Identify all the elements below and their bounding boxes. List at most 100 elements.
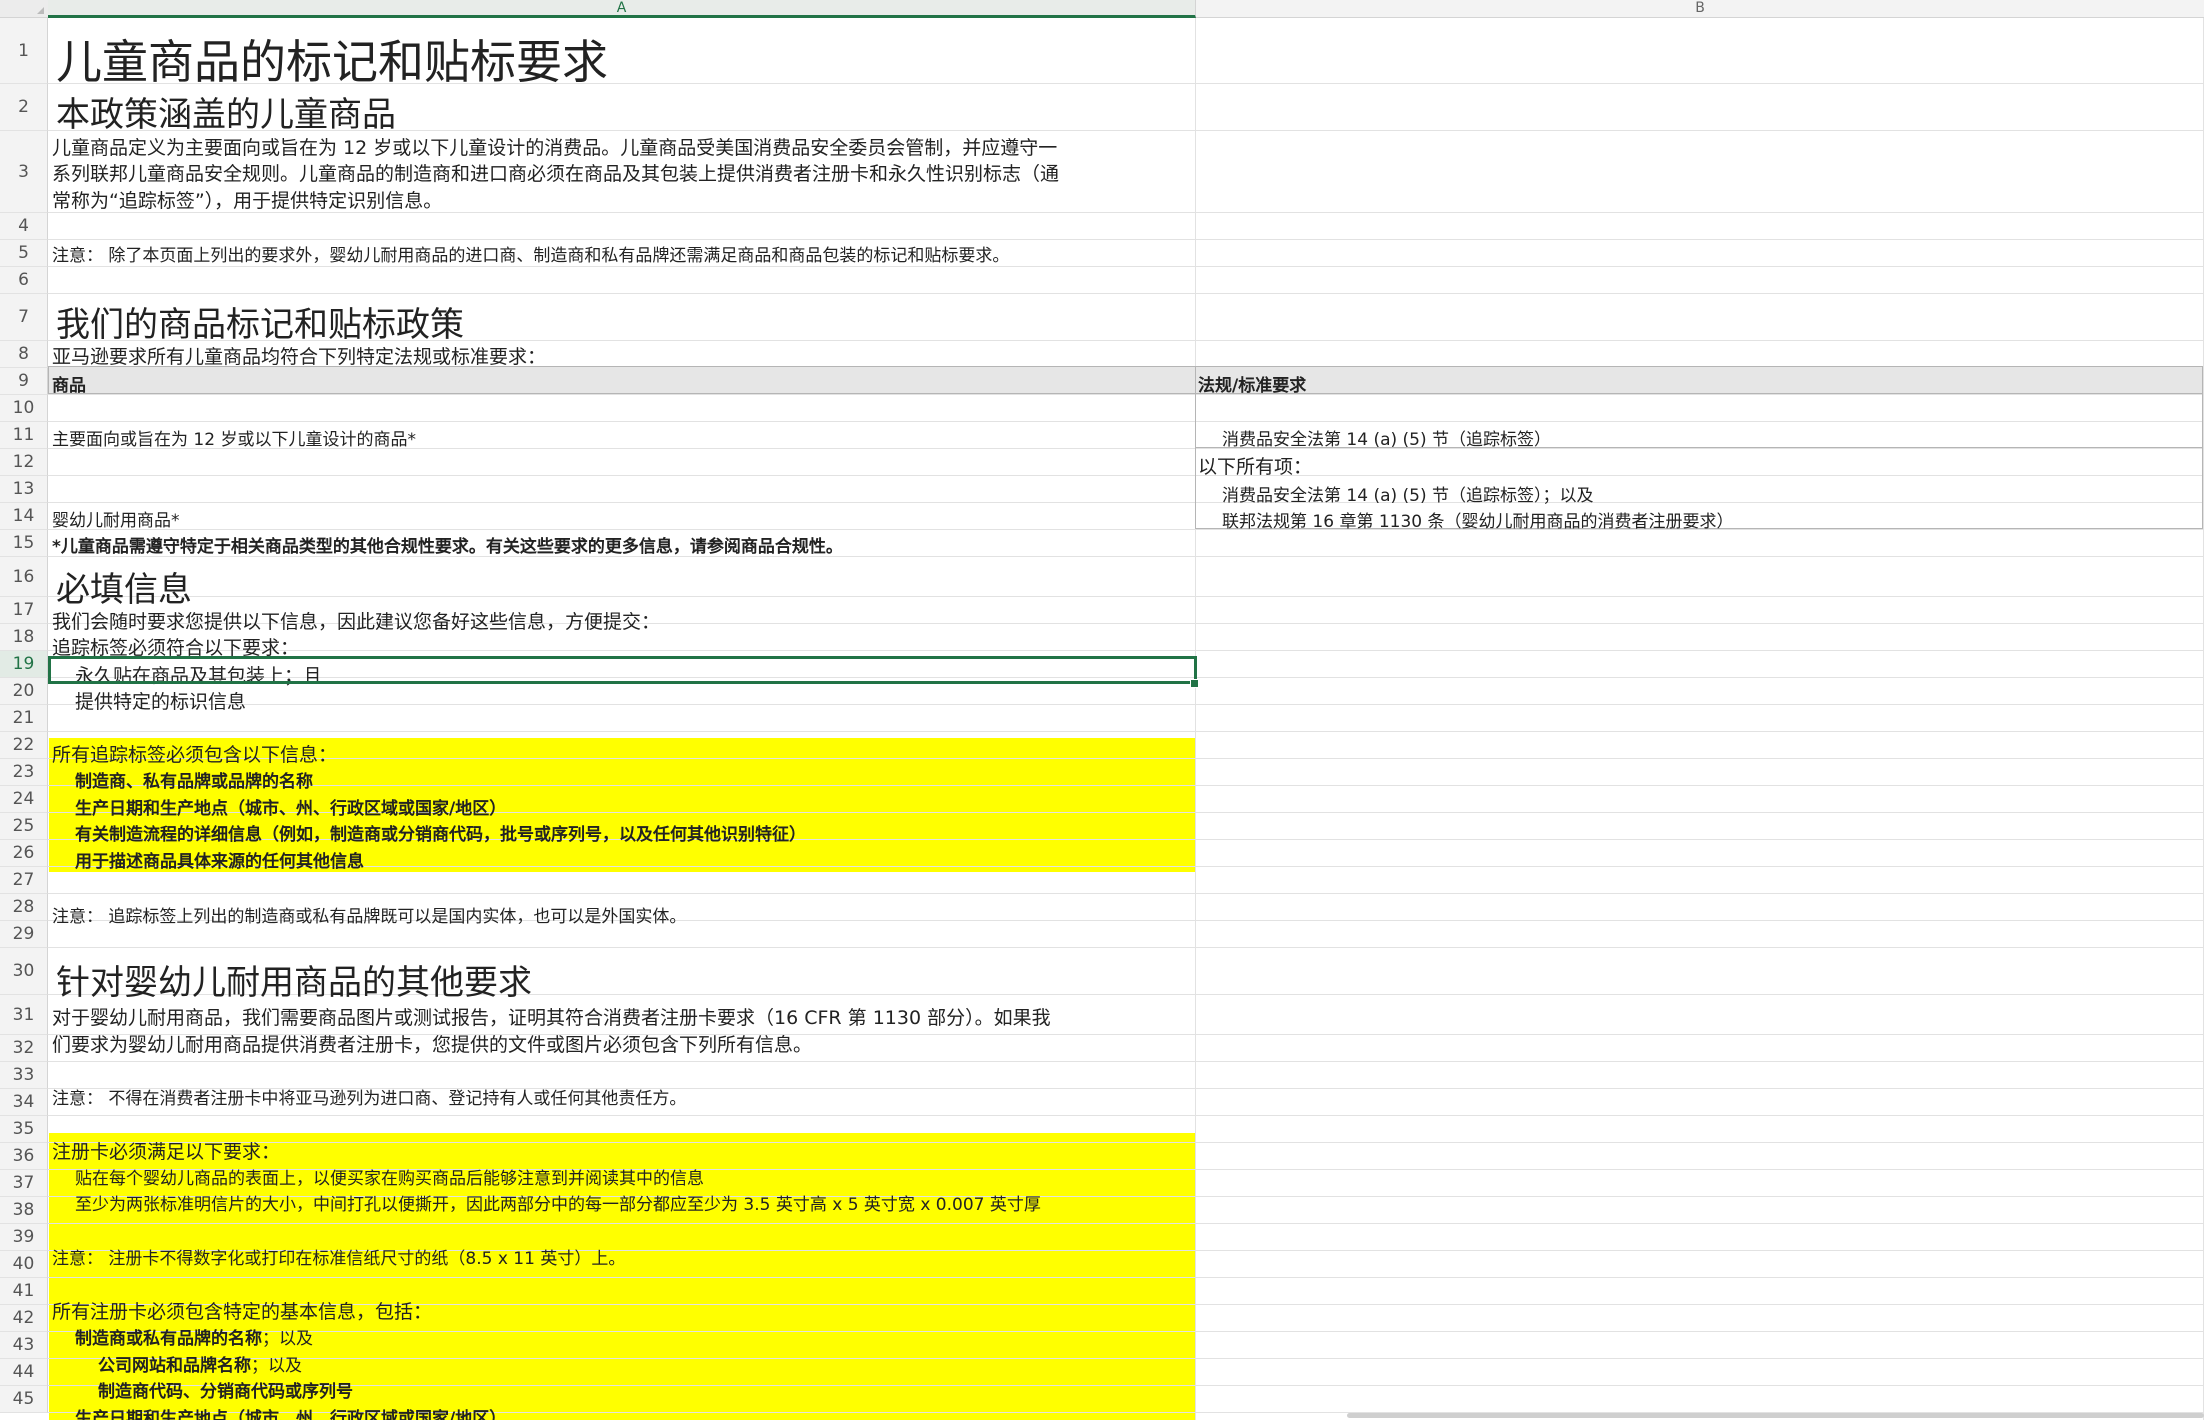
section-heading: 本政策涵盖的儿童商品 <box>56 95 396 135</box>
row-header-31[interactable]: 31 <box>0 995 48 1035</box>
row-header-24[interactable]: 24 <box>0 786 48 813</box>
column-divider <box>1195 18 1196 1420</box>
paragraph-line: 对于婴幼儿耐用商品，我们需要商品图片或测试报告，证明其符合消费者注册卡要求（16… <box>52 1007 1051 1029</box>
row-gridline <box>48 596 2204 597</box>
list-item: 制造商代码、分销商代码或序列号 <box>98 1382 353 1402</box>
intro-text: 亚马逊要求所有儿童商品均符合下列特定法规或标准要求： <box>52 346 547 368</box>
row-header-12[interactable]: 12 <box>0 449 48 476</box>
list-item: 制造商或私有品牌的名称；以及 <box>75 1324 313 1349</box>
row-header-43[interactable]: 43 <box>0 1332 48 1359</box>
row-header-34[interactable]: 34 <box>0 1089 48 1116</box>
row-header-19[interactable]: 19 <box>0 651 48 678</box>
fill-handle[interactable] <box>1190 679 1199 688</box>
row-header-39[interactable]: 39 <box>0 1224 48 1251</box>
row-header-15[interactable]: 15 <box>0 530 48 557</box>
list-item: 至少为两张标准明信片的大小，中间打孔以便撕开，因此两部分中的每一部分都应至少为 … <box>75 1195 1041 1215</box>
row-header-23[interactable]: 23 <box>0 759 48 786</box>
row-header-41[interactable]: 41 <box>0 1278 48 1305</box>
table-row-regulation: 以下所有项： <box>1198 456 1313 478</box>
row-header-28[interactable]: 28 <box>0 894 48 921</box>
row-header-32[interactable]: 32 <box>0 1035 48 1062</box>
row-gridline <box>48 1061 2204 1062</box>
selected-cell-a19[interactable] <box>48 656 1197 684</box>
row-header-29[interactable]: 29 <box>0 921 48 948</box>
row-header-8[interactable]: 8 <box>0 341 48 368</box>
note-text: 注意： 不得在消费者注册卡中将亚马逊列为进口商、登记持有人或任何其他责任方。 <box>52 1089 687 1109</box>
row-header-11[interactable]: 11 <box>0 422 48 449</box>
page-title: 儿童商品的标记和贴标要求 <box>56 35 608 89</box>
row-header-42[interactable]: 42 <box>0 1305 48 1332</box>
list-item: 生产日期和生产地点（城市、州、行政区域或国家/地区） <box>75 799 507 819</box>
row-header-17[interactable]: 17 <box>0 597 48 624</box>
row-header-37[interactable]: 37 <box>0 1170 48 1197</box>
body-text: 所有追踪标签必须包含以下信息： <box>52 744 338 766</box>
row-gridline <box>48 1223 2204 1224</box>
row-header-25[interactable]: 25 <box>0 813 48 840</box>
table-header-cell <box>1195 366 2203 394</box>
row-gridline <box>48 758 2204 759</box>
row-header-7[interactable]: 7 <box>0 294 48 341</box>
row-header-27[interactable]: 27 <box>0 867 48 894</box>
row-header-22[interactable]: 22 <box>0 732 48 759</box>
row-header-10[interactable]: 10 <box>0 395 48 422</box>
row-header-20[interactable]: 20 <box>0 678 48 705</box>
row-header-40[interactable]: 40 <box>0 1251 48 1278</box>
row-gridline <box>48 947 2204 948</box>
row-header-36[interactable]: 36 <box>0 1143 48 1170</box>
list-item: 有关制造流程的详细信息（例如，制造商或分销商代码，批号或序列号，以及任何其他识别… <box>75 825 806 845</box>
row-header-13[interactable]: 13 <box>0 476 48 503</box>
note-text: 注意： 注册卡不得数字化或打印在标准信纸尺寸的纸（8.5 x 11 英寸）上。 <box>52 1249 626 1269</box>
row-gridline <box>48 704 2204 705</box>
list-item: 提供特定的标识信息 <box>75 691 247 713</box>
row-gridline <box>48 731 2204 732</box>
row-header-26[interactable]: 26 <box>0 840 48 867</box>
row-header-35[interactable]: 35 <box>0 1116 48 1143</box>
row-header-38[interactable]: 38 <box>0 1197 48 1224</box>
body-text: 所有注册卡必须包含特定的基本信息，包括： <box>52 1301 433 1323</box>
row-header-45[interactable]: 45 <box>0 1386 48 1413</box>
table-header-product: 商品 <box>52 376 86 396</box>
section-heading: 我们的商品标记和贴标政策 <box>56 305 464 345</box>
table-row-regulation: 联邦法规第 16 章第 1130 条（婴幼儿耐用商品的消费者注册要求） <box>1222 512 1734 532</box>
paragraph-line: 们要求为婴幼儿耐用商品提供消费者注册卡，您提供的文件或图片必须包含下列所有信息。 <box>52 1034 813 1056</box>
column-header-a[interactable]: A <box>48 0 1196 18</box>
row-header-6[interactable]: 6 <box>0 267 48 294</box>
row-gridline <box>48 785 2204 786</box>
list-item: 制造商、私有品牌或品牌的名称 <box>75 772 313 792</box>
row-header-5[interactable]: 5 <box>0 240 48 267</box>
row-header-3[interactable]: 3 <box>0 131 48 213</box>
list-item-bold: 制造商或私有品牌的名称 <box>75 1329 262 1349</box>
row-header-16[interactable]: 16 <box>0 557 48 597</box>
row-header-44[interactable]: 44 <box>0 1359 48 1386</box>
row-gridline <box>48 239 2204 240</box>
row-header-2[interactable]: 2 <box>0 84 48 131</box>
row-gridline <box>48 893 2204 894</box>
row-gridline <box>48 266 2204 267</box>
column-header-b[interactable]: B <box>1196 0 2204 17</box>
horizontal-scrollbar[interactable] <box>1347 1413 2204 1418</box>
row-header-21[interactable]: 21 <box>0 705 48 732</box>
row-gridline <box>48 1115 2204 1116</box>
row-gridline <box>48 1142 2204 1143</box>
select-all-corner[interactable] <box>0 0 49 17</box>
list-item: 用于描述商品具体来源的任何其他信息 <box>75 852 364 872</box>
row-header-18[interactable]: 18 <box>0 624 48 651</box>
table-row-regulation: 消费品安全法第 14 (a) (5) 节（追踪标签）；以及 <box>1222 486 1594 506</box>
row-header-14[interactable]: 14 <box>0 503 48 530</box>
table-row-product: 主要面向或旨在为 12 岁或以下儿童设计的商品* <box>52 430 416 450</box>
table-row-product: 婴幼儿耐用商品* <box>52 511 180 531</box>
row-header-9[interactable]: 9 <box>0 368 48 395</box>
row-gridline <box>48 1331 2204 1332</box>
row-gridline <box>48 529 2204 530</box>
row-header-4[interactable]: 4 <box>0 213 48 240</box>
row-header-33[interactable]: 33 <box>0 1062 48 1089</box>
row-gridline <box>48 1358 2204 1359</box>
row-gridline <box>48 293 2204 294</box>
row-header-30[interactable]: 30 <box>0 948 48 995</box>
list-item-bold: 公司网站和品牌名称 <box>98 1356 251 1376</box>
paragraph-line: 儿童商品定义为主要面向或旨在为 12 岁或以下儿童设计的消费品。儿童商品受美国消… <box>52 137 1058 159</box>
row-header-1[interactable]: 1 <box>0 18 48 84</box>
list-item: 贴在每个婴幼儿商品的表面上，以便买家在购买商品后能够注意到并阅读其中的信息 <box>75 1169 704 1189</box>
note-text: 注意： 追踪标签上列出的制造商或私有品牌既可以是国内实体，也可以是外国实体。 <box>52 907 687 927</box>
note-text: 注意： 除了本页面上列出的要求外，婴幼儿耐用商品的进口商、制造商和私有品牌还需满… <box>52 246 1010 266</box>
